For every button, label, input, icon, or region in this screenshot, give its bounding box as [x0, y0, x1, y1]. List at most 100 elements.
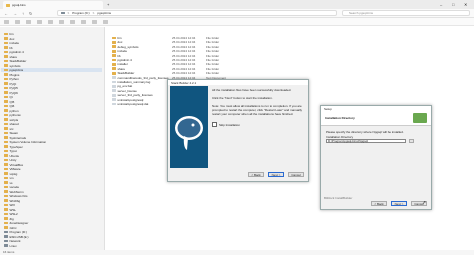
- sidebar-item[interactable]: Ubuntu: [4, 154, 19, 158]
- share-icon[interactable]: [59, 19, 64, 24]
- sidebar-item[interactable]: VirtualBox: [4, 163, 23, 167]
- sidebar-item[interactable]: System Volume Information: [4, 140, 46, 144]
- sidebar-item[interactable]: WinDbg: [4, 199, 20, 203]
- sidebar-item[interactable]: Qt6: [4, 104, 14, 108]
- search-input[interactable]: Search pgsql-bins: [342, 10, 470, 16]
- sidebar-item[interactable]: ESD-USB (E:): [4, 235, 29, 239]
- minimize-button[interactable]: –: [440, 2, 442, 7]
- copy-icon[interactable]: [26, 19, 31, 24]
- sidebar-item[interactable]: Linux: [4, 244, 17, 248]
- more-icon[interactable]: [103, 19, 108, 24]
- folder-icon: [112, 36, 116, 40]
- folder-icon: [4, 172, 8, 175]
- sidebar-item[interactable]: vscode: [4, 185, 19, 189]
- tab-pgsql-bins[interactable]: pgsql-bins: [3, 1, 103, 9]
- refresh-icon[interactable]: ↻: [29, 11, 32, 16]
- skip-installation-checkbox[interactable]: Skip Installation: [212, 122, 304, 127]
- skip-installation-label: Skip Installation: [219, 122, 241, 127]
- sidebar-item[interactable]: pgsql-bins: [1, 68, 102, 72]
- cancel-button[interactable]: Cancel: [288, 172, 304, 177]
- sidebar-item[interactable]: Qt5: [4, 100, 14, 104]
- sidebar-item[interactable]: pythonw: [4, 113, 21, 117]
- setup-next-button[interactable]: Next >: [391, 201, 407, 206]
- sidebar-item[interactable]: pgAdmin 4: [4, 50, 24, 54]
- file-name: include: [117, 49, 128, 54]
- mouse-cursor-icon: ➚: [422, 200, 427, 206]
- sidebar-item[interactable]: scripts: [4, 118, 18, 122]
- sidebar-item[interactable]: symbols: [4, 64, 21, 68]
- sidebar-item[interactable]: VMware: [4, 167, 21, 171]
- sidebar-item[interactable]: doc: [4, 37, 14, 41]
- next-button[interactable]: Next >: [268, 172, 284, 177]
- sidebar-item[interactable]: share: [4, 55, 17, 59]
- sidebar-item[interactable]: bin: [4, 32, 14, 36]
- address-bar[interactable]: > Program (D:) > pgsql-bins: [57, 10, 337, 16]
- back-button[interactable]: < Back: [248, 172, 264, 177]
- file-row[interactable]: StackBuilder 25.04.2024 12:04 File folder: [112, 71, 236, 75]
- sidebar-item[interactable]: Typst: [4, 149, 17, 153]
- sidebar-item[interactable]: WSL2: [4, 212, 18, 216]
- sidebar-item[interactable]: StackBuilder: [4, 59, 26, 63]
- sidebar-item[interactable]: include: [4, 41, 19, 45]
- new-icon[interactable]: [4, 19, 9, 24]
- folder-icon: [4, 199, 8, 202]
- sidebar-item[interactable]: PyQt6: [4, 91, 18, 95]
- sidebar-item[interactable]: vs: [4, 181, 13, 185]
- sidebar-item[interactable]: SysInternals: [4, 136, 26, 140]
- delete-icon[interactable]: [70, 19, 75, 24]
- sidebar-item[interactable]: PyQt: [4, 82, 16, 86]
- sidebar-item[interactable]: src: [4, 127, 14, 131]
- file-row[interactable]: include 25.04.2024 12:04 File folder: [112, 49, 236, 53]
- sidebar-item[interactable]: zshrc: [4, 226, 17, 230]
- sidebar-item[interactable]: WebStorm: [4, 190, 24, 194]
- sidebar-item[interactable]: TypeSpec: [4, 145, 23, 149]
- sidebar-item-label: WiX: [9, 203, 16, 207]
- sidebar-item[interactable]: vcpkg: [4, 172, 17, 176]
- sidebar-item[interactable]: lib: [4, 46, 13, 50]
- sidebar-item[interactable]: Plugins: [4, 73, 19, 77]
- breadcrumb-folder[interactable]: pgsql-bins: [97, 11, 111, 15]
- file-name: server_license: [117, 88, 137, 93]
- up-arrow-icon[interactable]: ↑: [22, 11, 24, 16]
- sidebar-item[interactable]: shared: [4, 122, 19, 126]
- rename-icon[interactable]: [48, 19, 53, 24]
- file-row[interactable]: doc 25.04.2024 12:04 File folder: [112, 40, 236, 44]
- setup-back-button[interactable]: < Back: [371, 201, 387, 206]
- browse-folder-icon[interactable]: [409, 139, 414, 143]
- sidebar-item[interactable]: python: [4, 109, 19, 113]
- sidebar-item[interactable]: Steam: [4, 131, 18, 135]
- sidebar-item[interactable]: Program (D:): [4, 230, 27, 234]
- file-row[interactable]: debug_symbols 25.04.2024 12:04 File folder: [112, 45, 236, 49]
- sort-icon[interactable]: [81, 19, 86, 24]
- file-row[interactable]: bin 25.04.2024 12:04 File folder: [112, 36, 236, 40]
- file-row[interactable]: lib 25.04.2024 12:04 File folder: [112, 54, 236, 58]
- paste-icon[interactable]: [37, 19, 42, 24]
- maximize-button[interactable]: □: [452, 2, 454, 7]
- sidebar-item[interactable]: Qt: [4, 95, 13, 99]
- folder-icon: [4, 176, 8, 180]
- sidebar-item[interactable]: Python: [4, 77, 19, 81]
- breadcrumb-drive[interactable]: Program (D:): [72, 11, 89, 15]
- new-tab-button[interactable]: +: [107, 2, 109, 7]
- sidebar-item[interactable]: Zig: [4, 217, 14, 221]
- file-row[interactable]: share 25.04.2024 12:04 File folder: [112, 67, 236, 71]
- sidebar-item[interactable]: WSL: [4, 208, 16, 212]
- sidebar-item[interactable]: Network: [4, 239, 21, 243]
- sidebar-item[interactable]: Unity: [4, 158, 16, 162]
- sidebar-item[interactable]: Windows Kits: [4, 194, 28, 198]
- back-arrow-icon[interactable]: ←: [4, 11, 8, 16]
- file-row[interactable]: installer 25.04.2024 12:04 File folder: [112, 62, 236, 66]
- file-row[interactable]: pgAdmin 4 25.04.2024 12:04 File folder: [112, 58, 236, 62]
- sidebar-item[interactable]: ZoneDesigner: [4, 221, 28, 225]
- file-type: File folder: [206, 53, 220, 58]
- sidebar-item[interactable]: PyQt5: [4, 86, 18, 90]
- install-dir-field[interactable]: D:\Program\pgsql-bins\Npgsql: [326, 139, 406, 143]
- sidebar-item[interactable]: WiX: [4, 203, 15, 207]
- close-button[interactable]: ✕: [464, 2, 467, 7]
- folder-icon: [4, 55, 8, 58]
- cut-icon[interactable]: [15, 19, 20, 24]
- forward-arrow-icon[interactable]: →: [13, 11, 17, 16]
- view-icon[interactable]: [92, 19, 97, 24]
- sidebar-item[interactable]: vm: [4, 176, 14, 180]
- checkbox-box[interactable]: [212, 122, 217, 127]
